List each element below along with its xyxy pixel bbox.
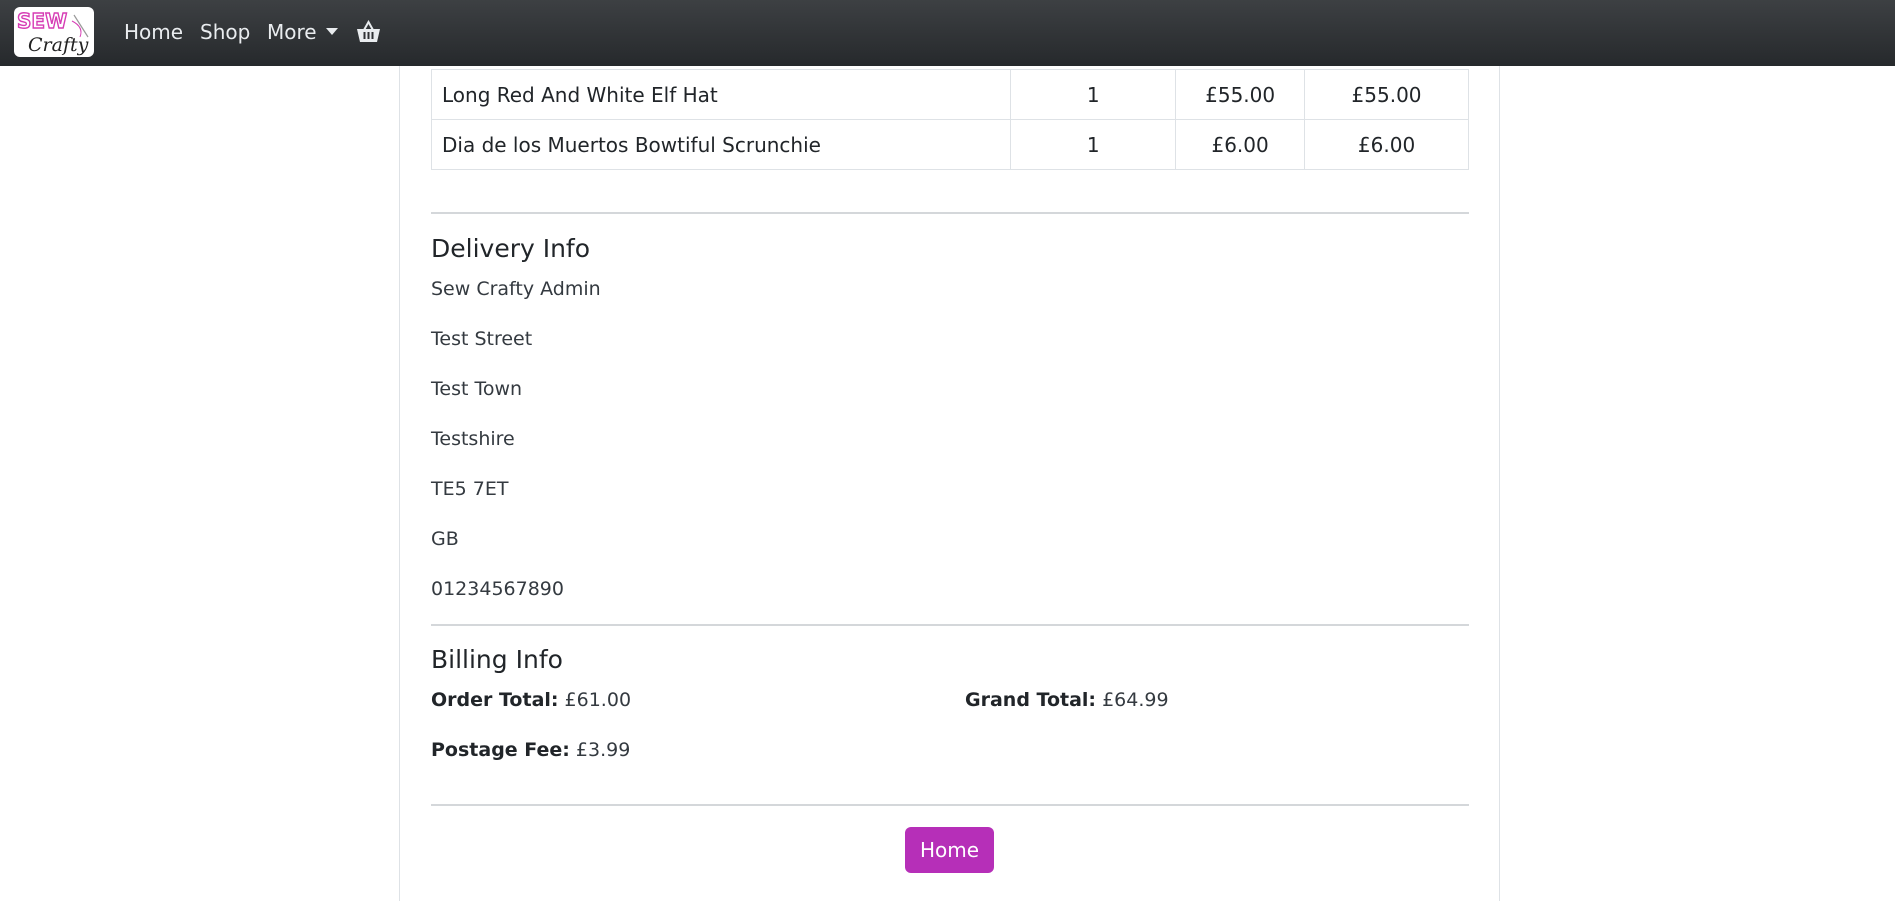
site-logo[interactable]: SEW Crafty bbox=[14, 7, 94, 57]
grand-total: Grand Total: £64.99 bbox=[965, 686, 1169, 714]
billing-info-heading: Billing Info bbox=[431, 645, 563, 674]
delivery-phone: 01234567890 bbox=[431, 578, 564, 600]
item-price: £6.00 bbox=[1175, 119, 1306, 170]
item-name: Dia de los Muertos Bowtiful Scrunchie bbox=[430, 119, 1012, 170]
delivery-county: Testshire bbox=[431, 428, 515, 450]
delivery-country: GB bbox=[431, 528, 459, 550]
order-total: Order Total: £61.00 bbox=[431, 686, 631, 714]
order-total-value: £61.00 bbox=[564, 689, 632, 711]
item-subtotal: £55.00 bbox=[1304, 69, 1469, 120]
divider bbox=[431, 212, 1469, 214]
delivery-info-heading: Delivery Info bbox=[431, 234, 591, 263]
item-subtotal: £6.00 bbox=[1304, 119, 1469, 170]
postage-fee: Postage Fee: £3.99 bbox=[431, 736, 630, 764]
content-container bbox=[399, 66, 1500, 901]
grand-total-value: £64.99 bbox=[1102, 689, 1169, 711]
item-name: Long Red And White Elf Hat bbox=[430, 69, 1012, 120]
top-navbar: SEW Crafty Home Shop More bbox=[0, 0, 1895, 66]
basket-icon[interactable] bbox=[356, 20, 381, 44]
divider bbox=[431, 624, 1469, 626]
logo-text-top: SEW bbox=[17, 9, 67, 33]
postage-fee-label: Postage Fee: bbox=[431, 739, 570, 761]
item-quantity: 1 bbox=[1010, 119, 1177, 170]
item-price: £55.00 bbox=[1175, 69, 1306, 120]
order-items-table: Long Red And White Elf Hat 1 £55.00 £55.… bbox=[430, 69, 1469, 170]
postage-fee-value: £3.99 bbox=[575, 739, 631, 761]
delivery-town: Test Town bbox=[431, 378, 523, 400]
table-row: Dia de los Muertos Bowtiful Scrunchie 1 … bbox=[430, 119, 1469, 170]
chevron-down-icon bbox=[325, 28, 338, 35]
order-total-label: Order Total: bbox=[431, 689, 559, 711]
nav-more-label: More bbox=[267, 20, 317, 44]
delivery-postcode: TE5 7ET bbox=[431, 478, 509, 500]
nav-more-dropdown[interactable]: More bbox=[267, 18, 338, 46]
grand-total-label: Grand Total: bbox=[965, 689, 1097, 711]
logo-text-bottom: Crafty bbox=[28, 34, 89, 56]
divider bbox=[431, 804, 1469, 806]
home-button[interactable]: Home bbox=[905, 827, 994, 873]
table-row: Long Red And White Elf Hat 1 £55.00 £55.… bbox=[430, 69, 1469, 120]
delivery-name: Sew Crafty Admin bbox=[431, 278, 601, 300]
item-quantity: 1 bbox=[1010, 69, 1177, 120]
nav-home-link[interactable]: Home bbox=[124, 18, 183, 46]
nav-shop-link[interactable]: Shop bbox=[200, 18, 250, 46]
sew-crafty-logo-graphic: SEW Crafty bbox=[16, 8, 89, 56]
delivery-street: Test Street bbox=[431, 328, 533, 350]
